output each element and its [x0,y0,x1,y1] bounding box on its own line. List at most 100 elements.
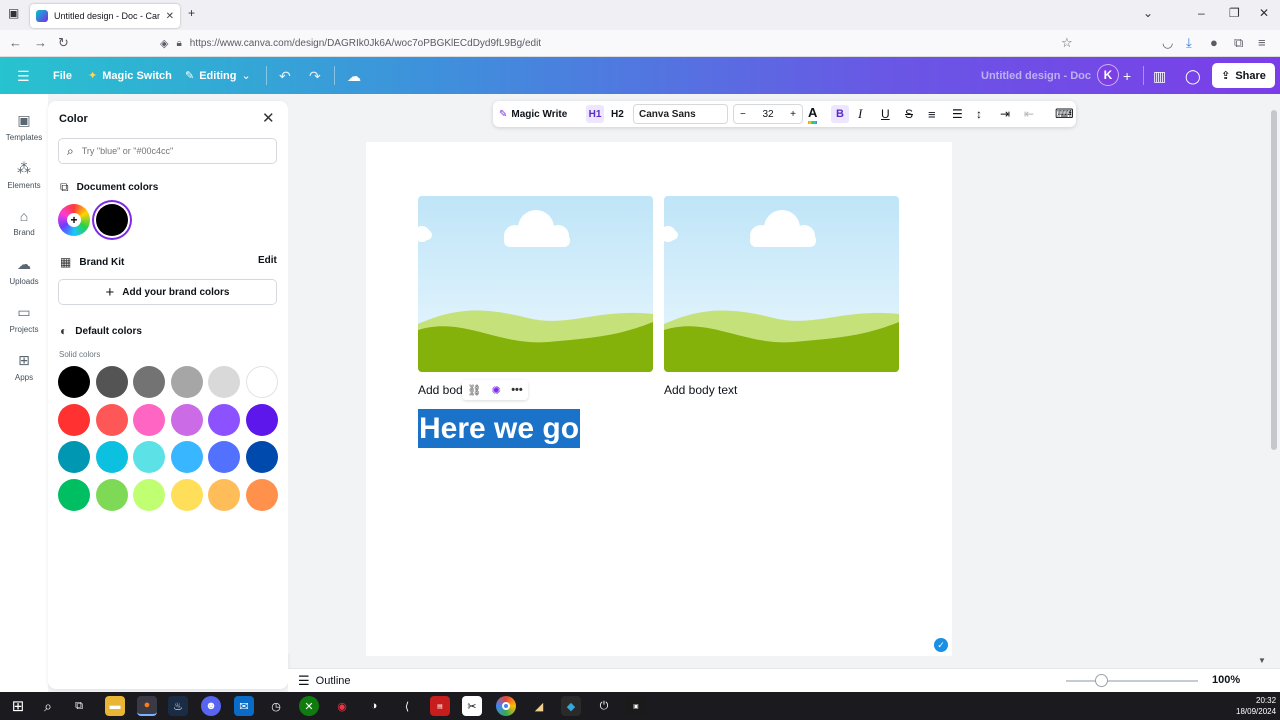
more-options-icon[interactable]: ••• [511,384,523,396]
color-swatch[interactable] [133,478,165,511]
add-brand-colors-button[interactable]: + Add your brand colors [58,279,277,305]
account-icon[interactable]: ● [1210,35,1218,50]
color-swatch[interactable] [95,403,128,436]
color-swatch[interactable] [133,366,165,398]
italic-icon[interactable]: I [858,101,862,127]
mail-icon[interactable]: ✉ [234,696,254,716]
editing-mode-button[interactable]: ✎ Editing ⌄ [185,57,251,94]
scroll-down-arrow-icon[interactable]: ▼ [1258,656,1266,665]
discord-icon[interactable]: ☻ [201,696,221,716]
avatar[interactable]: K [1097,64,1119,86]
zoom-level[interactable]: 100% [1212,674,1240,686]
underline-icon[interactable]: U [881,101,890,127]
capcut-icon[interactable]: ⟨ [397,696,417,716]
add-document-color-button[interactable]: + [58,204,90,236]
chrome-icon[interactable] [496,696,516,716]
firefox-icon[interactable]: ● [137,696,157,716]
rail-item-elements[interactable]: ⁂ Elements [0,158,48,202]
strikethrough-icon[interactable]: S [905,101,913,127]
color-swatch[interactable] [95,441,128,473]
file-explorer-icon[interactable]: ▬ [105,696,125,716]
clock-app-icon[interactable]: ◷ [266,696,286,716]
color-swatch[interactable] [95,366,128,398]
app-icon[interactable]: ◉ [332,696,352,716]
tab-list-icon[interactable]: ▣ [8,6,19,20]
davinci-icon[interactable]: ◆ [561,696,581,716]
color-search-field[interactable]: ⌕ [58,138,277,164]
bullet-list-icon[interactable]: ☰ [952,101,963,127]
color-swatch[interactable] [133,403,165,436]
color-swatch[interactable] [208,441,240,473]
magic-write-button[interactable]: ✎ Magic Write [499,101,567,127]
color-swatch[interactable] [245,403,278,436]
color-swatch[interactable] [208,403,240,436]
text-color-icon[interactable]: A [808,104,818,124]
menu-icon[interactable]: ≡ [1258,35,1266,50]
indent-icon[interactable]: ⇥ [1000,101,1010,127]
heading-1-button[interactable]: H1 [586,101,604,127]
app-icon[interactable]: ⏻ [594,696,614,716]
undo-icon[interactable]: ↶ [279,68,291,85]
align-left-icon[interactable]: ≡ [928,101,936,127]
back-icon[interactable]: ← [9,35,22,50]
pocket-icon[interactable]: ◡ [1162,35,1173,51]
landscape-image-placeholder[interactable] [418,196,653,372]
rail-item-brand[interactable]: ⌂ Brand [0,206,48,250]
color-swatch[interactable] [58,441,90,473]
copy-style-icon[interactable]: ⌨ [1055,101,1074,127]
heading-2-button[interactable]: H2 [611,101,624,127]
reload-icon[interactable]: ↻ [58,35,69,51]
insights-chart-icon[interactable]: ▥ [1153,68,1166,85]
comment-icon[interactable]: ◯ [1185,68,1201,85]
body-text-right[interactable]: Add body text [664,383,737,397]
browser-tab[interactable]: Untitled design - Doc - Canva ✕ [30,4,180,28]
color-swatch[interactable] [170,403,203,436]
magic-switch-button[interactable]: ✦ Magic Switch [88,57,172,94]
redo-icon[interactable]: ↷ [309,68,321,85]
line-spacing-icon[interactable]: ↕ [976,101,982,127]
search-icon[interactable]: ⌕ [38,696,58,716]
hamburger-menu-icon[interactable]: ☰ [17,68,30,85]
landscape-image-placeholder[interactable] [664,196,899,372]
close-window-icon[interactable]: ✕ [1259,6,1269,20]
add-collaborator-icon[interactable]: + [1123,68,1131,84]
color-swatch[interactable] [58,366,90,398]
zoom-slider-handle[interactable] [1095,674,1109,687]
color-swatch[interactable] [133,441,165,473]
color-swatch[interactable] [95,478,128,511]
color-swatch[interactable] [58,403,90,436]
brand-kit-edit-link[interactable]: Edit [258,255,277,266]
bold-button[interactable]: B [831,101,849,127]
bookmark-star-icon[interactable]: ☆ [1061,35,1073,51]
outdent-icon[interactable]: ⇤ [1024,101,1034,127]
steam-icon[interactable]: ♨ [168,696,188,716]
extensions-icon[interactable]: ⧉ [1234,35,1243,51]
url-text[interactable]: https://www.canva.com/design/DAGRIk0Jk6A… [190,38,541,49]
font-size-stepper[interactable]: − 32 + [733,104,803,124]
chevron-down-icon[interactable]: ⌄ [1143,6,1153,20]
magic-edit-icon[interactable]: ✺ [492,384,501,397]
file-menu-button[interactable]: File [53,57,72,94]
close-icon[interactable]: ✕ [262,109,275,127]
color-swatch[interactable] [245,441,278,473]
app-icon[interactable]: ▣ [626,696,646,716]
zoom-slider[interactable] [1066,680,1198,682]
restore-icon[interactable]: ❐ [1229,6,1240,20]
forward-icon[interactable]: → [34,35,47,50]
increase-size-button[interactable]: + [790,109,796,120]
body-text-left[interactable]: Add bod [418,383,463,397]
xbox-icon[interactable]: ✕ [299,696,319,716]
capcut-icon[interactable]: ✂ [462,696,482,716]
color-swatch[interactable] [170,366,203,398]
lock-icon[interactable]: 🔒︎ [176,38,181,49]
color-swatch[interactable] [58,478,90,511]
color-swatch[interactable] [208,478,240,511]
cloud-saved-icon[interactable]: ☁ [347,68,361,85]
share-button[interactable]: ⇪ Share [1212,63,1275,88]
color-swatch[interactable] [208,366,240,398]
app-icon[interactable]: ◢ [529,696,549,716]
outline-button[interactable]: ☰ Outline [298,673,351,689]
app-icon[interactable]: ▤ [430,696,450,716]
task-view-icon[interactable]: ⧉ [69,696,89,716]
color-swatch[interactable] [245,366,278,398]
